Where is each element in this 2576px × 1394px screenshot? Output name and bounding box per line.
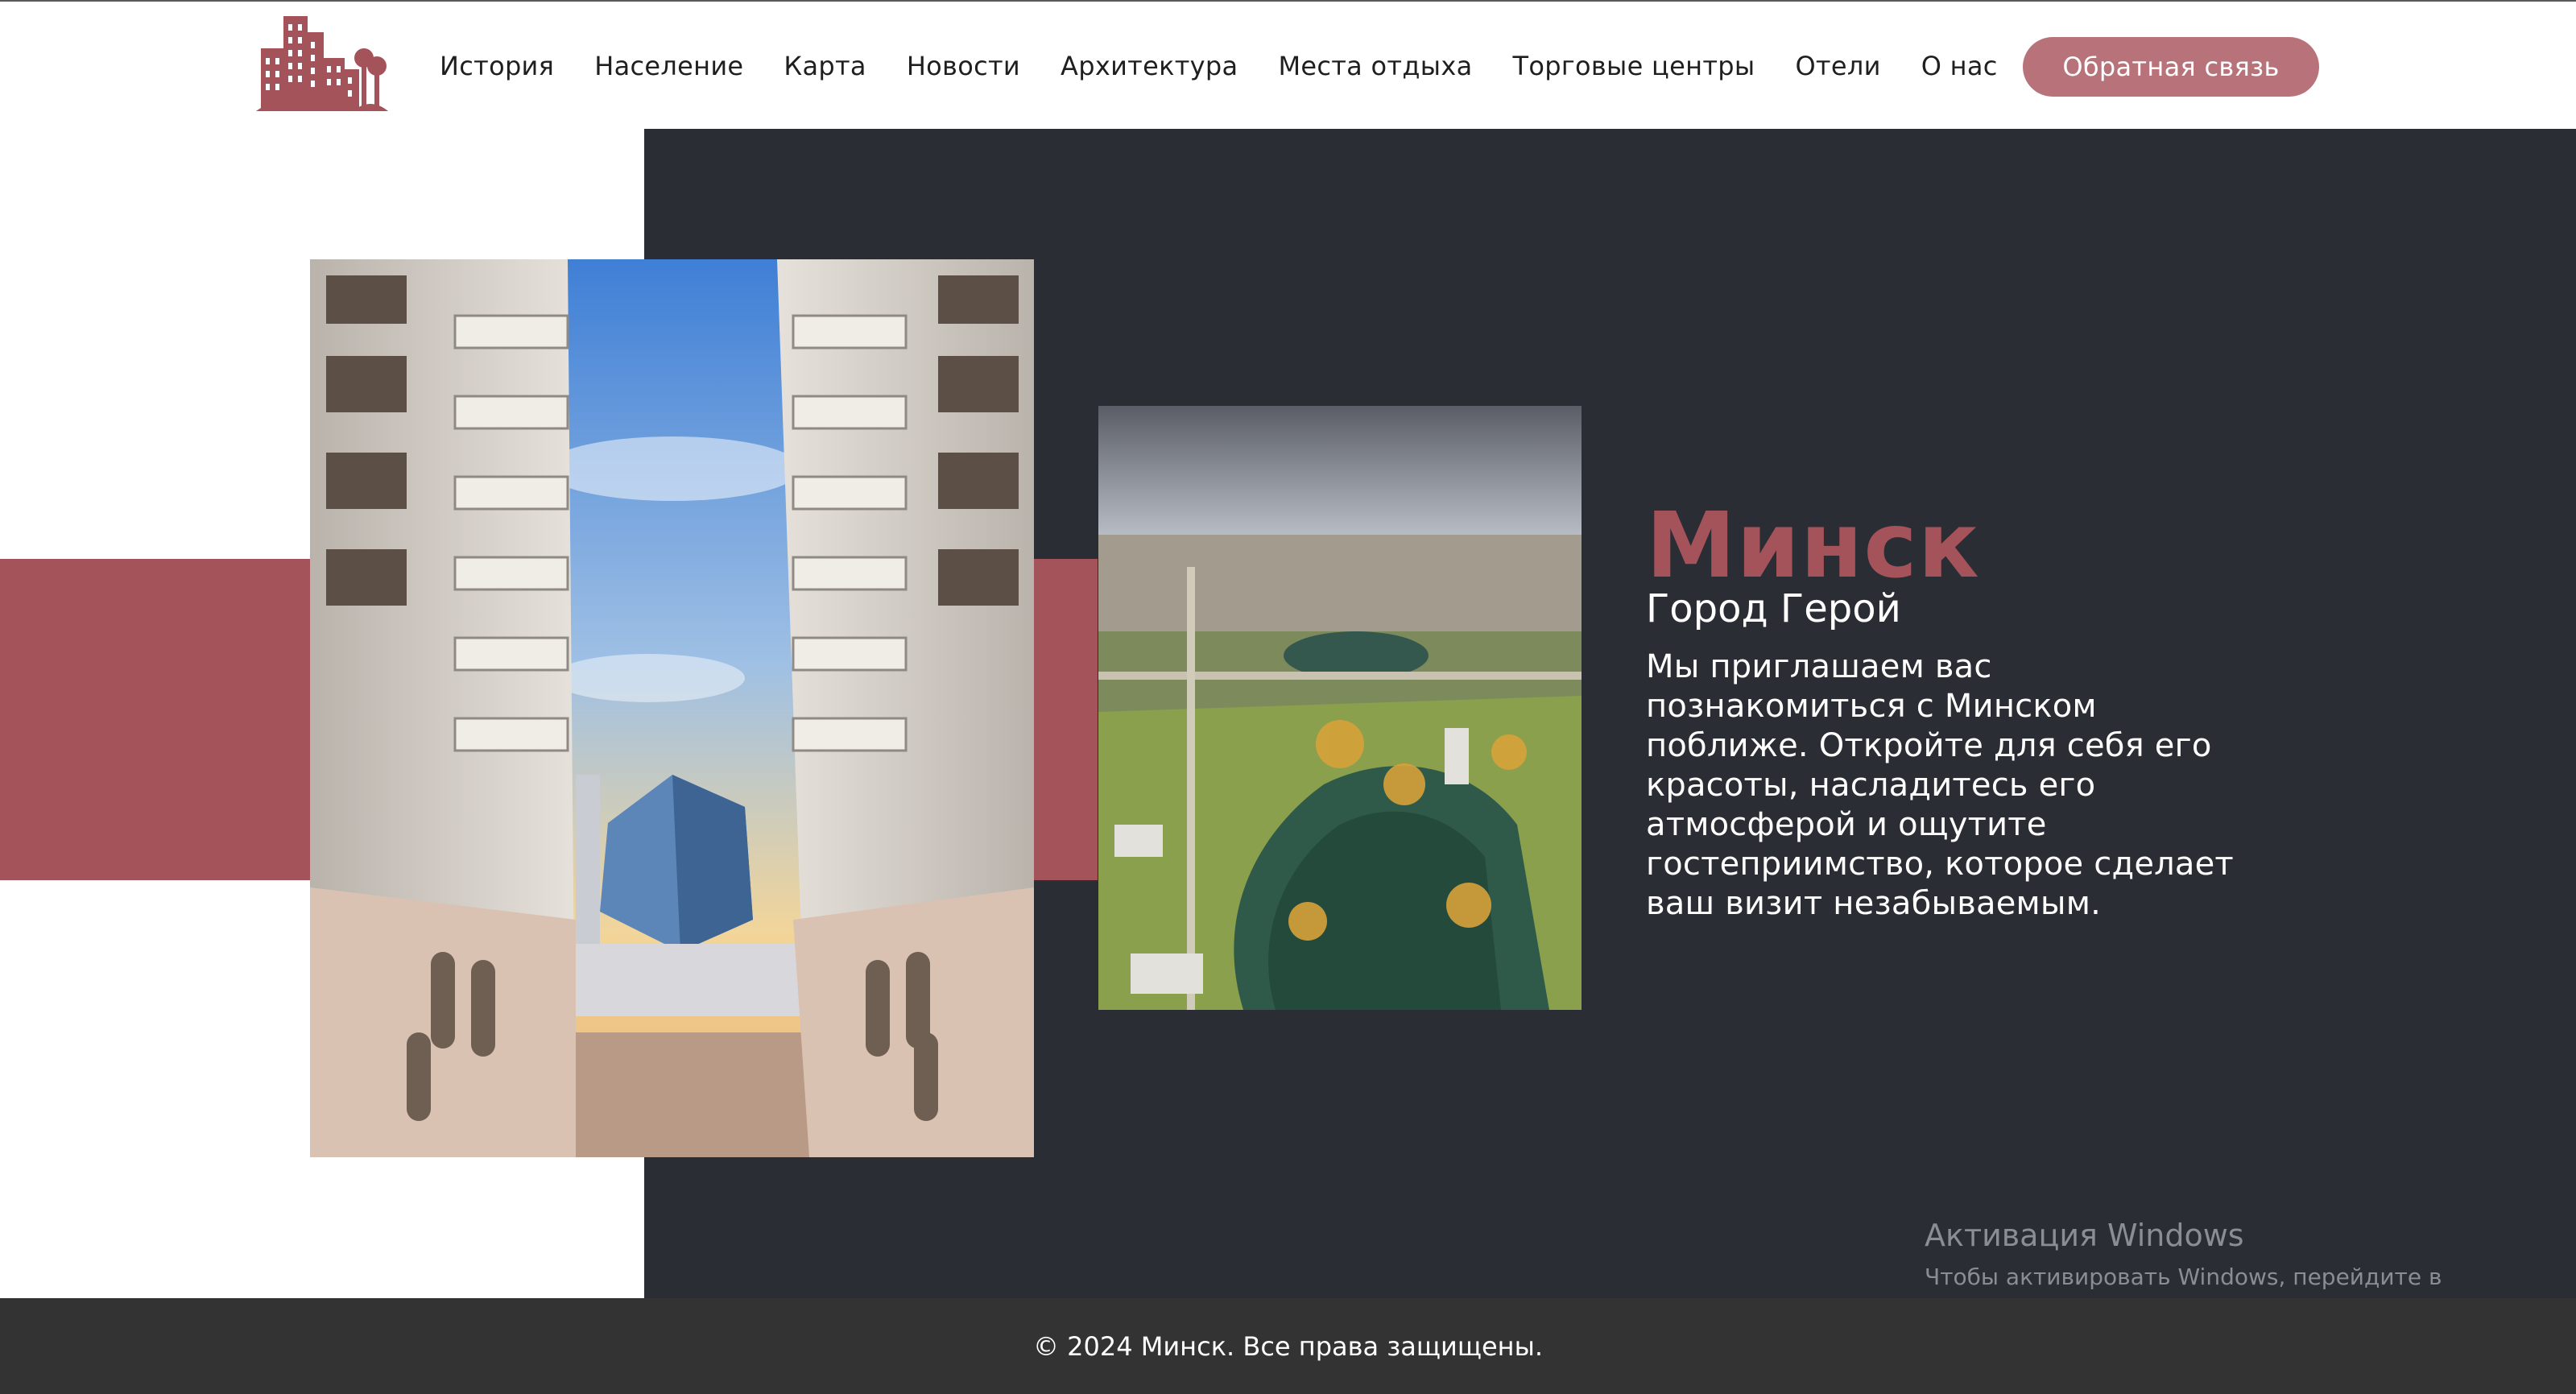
library-photo [310, 259, 1034, 1157]
city-logo-icon[interactable] [256, 16, 388, 113]
footer-copyright: © 2024 Минск. Все права защищены. [1032, 1330, 1543, 1362]
nav-link-leisure[interactable]: Места отдыха [1278, 48, 1472, 84]
nav-link-population[interactable]: Население [594, 48, 743, 84]
windows-activation-title: Активация Windows [1925, 1218, 2244, 1253]
hero-title: Минск [1646, 494, 1980, 598]
accent-band-left [0, 559, 311, 880]
nav-link-news[interactable]: Новости [907, 48, 1020, 84]
hero-subtitle: Город Герой [1646, 586, 1901, 631]
site-header: История Население Карта Новости Архитект… [0, 2, 2576, 129]
feedback-button[interactable]: Обратная связь [2023, 37, 2319, 97]
hero-description: Мы приглашаем вас познакомиться с Минско… [1646, 648, 2234, 922]
nav-link-about[interactable]: О нас [1921, 48, 1998, 84]
main-nav: История Население Карта Новости Архитект… [440, 48, 2038, 84]
aerial-city-photo [1098, 406, 1582, 1010]
nav-link-history[interactable]: История [440, 48, 554, 84]
nav-link-shopping[interactable]: Торговые центры [1513, 48, 1755, 84]
nav-link-map[interactable]: Карта [784, 48, 866, 84]
accent-band-middle [1033, 559, 1098, 880]
site-footer: © 2024 Минск. Все права защищены. [0, 1298, 2576, 1394]
nav-link-architecture[interactable]: Архитектура [1061, 48, 1238, 84]
nav-link-hotels[interactable]: Отели [1795, 48, 1880, 84]
